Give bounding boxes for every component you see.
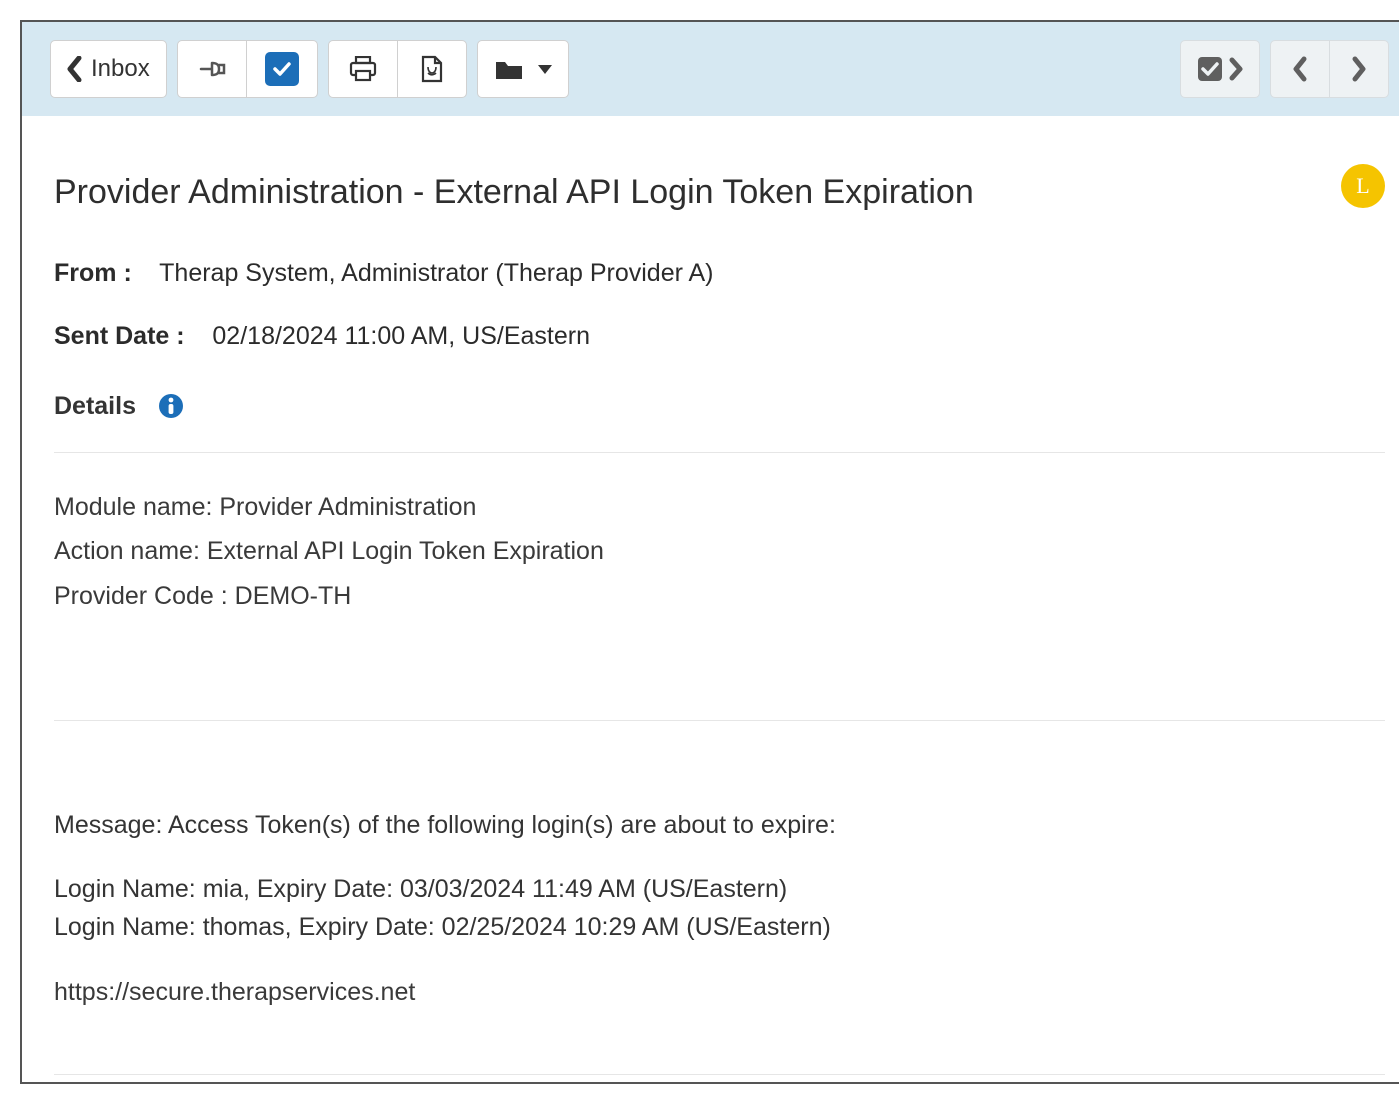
pdf-icon [420,55,444,83]
spacer [54,622,1385,692]
print-button[interactable] [328,40,398,98]
details-row: Details [54,388,1385,424]
chevron-left-icon [67,56,83,82]
inbox-button[interactable]: Inbox [50,40,167,98]
from-row: From : Therap System, Administrator (The… [54,255,1385,291]
login-line-2: Login Name: thomas, Expiry Date: 02/25/2… [54,909,1385,945]
sent-row: Sent Date : 02/18/2024 11:00 AM, US/East… [54,318,1385,354]
info-icon[interactable] [158,393,184,419]
toolbar-left: Inbox [50,40,569,98]
caret-down-icon [538,65,552,74]
next-button[interactable] [1329,40,1389,98]
details-label: Details [54,388,136,424]
pin-button[interactable] [177,40,247,98]
message-intro: Message: Access Token(s) of the followin… [54,807,1385,843]
pin-check-cluster [177,40,318,98]
toolbar-right [1180,40,1389,98]
print-icon [349,56,377,82]
provider-line: Provider Code : DEMO-TH [54,578,1385,614]
action-line: Action name: External API Login Token Ex… [54,533,1385,569]
message-content: Provider Administration - External API L… [22,116,1399,1075]
check-square-icon [1197,56,1223,82]
print-pdf-cluster [328,40,467,98]
divider [54,452,1385,453]
login-line-1: Login Name: mia, Expiry Date: 03/03/2024… [54,871,1385,907]
title-row: Provider Administration - External API L… [54,146,1385,255]
pdf-button[interactable] [397,40,467,98]
pin-icon [197,57,227,81]
prev-button[interactable] [1270,40,1330,98]
chevron-right-icon [1351,56,1367,82]
sent-value: 02/18/2024 11:00 AM, US/Eastern [212,322,590,350]
nav-cluster [1270,40,1389,98]
chevron-right-icon [1229,57,1243,81]
divider [54,1074,1385,1075]
priority-badge: L [1341,164,1385,208]
module-line: Module name: Provider Administration [54,489,1385,525]
message-title: Provider Administration - External API L… [54,168,974,217]
inbox-label: Inbox [91,55,150,83]
from-label: From : [54,259,132,287]
message-url: https://secure.therapservices.net [54,974,1385,1010]
divider [54,720,1385,721]
check-icon [265,52,299,86]
mark-read-button[interactable] [246,40,318,98]
message-window: Inbox [20,20,1399,1084]
from-value: Therap System, Administrator (Therap Pro… [159,259,713,287]
mark-and-next-button[interactable] [1180,40,1260,98]
folder-menu-button[interactable] [477,40,569,98]
folder-icon [494,57,524,81]
spacer [54,757,1385,807]
toolbar: Inbox [22,22,1399,116]
chevron-left-icon [1292,56,1308,82]
sent-label: Sent Date : [54,322,185,350]
